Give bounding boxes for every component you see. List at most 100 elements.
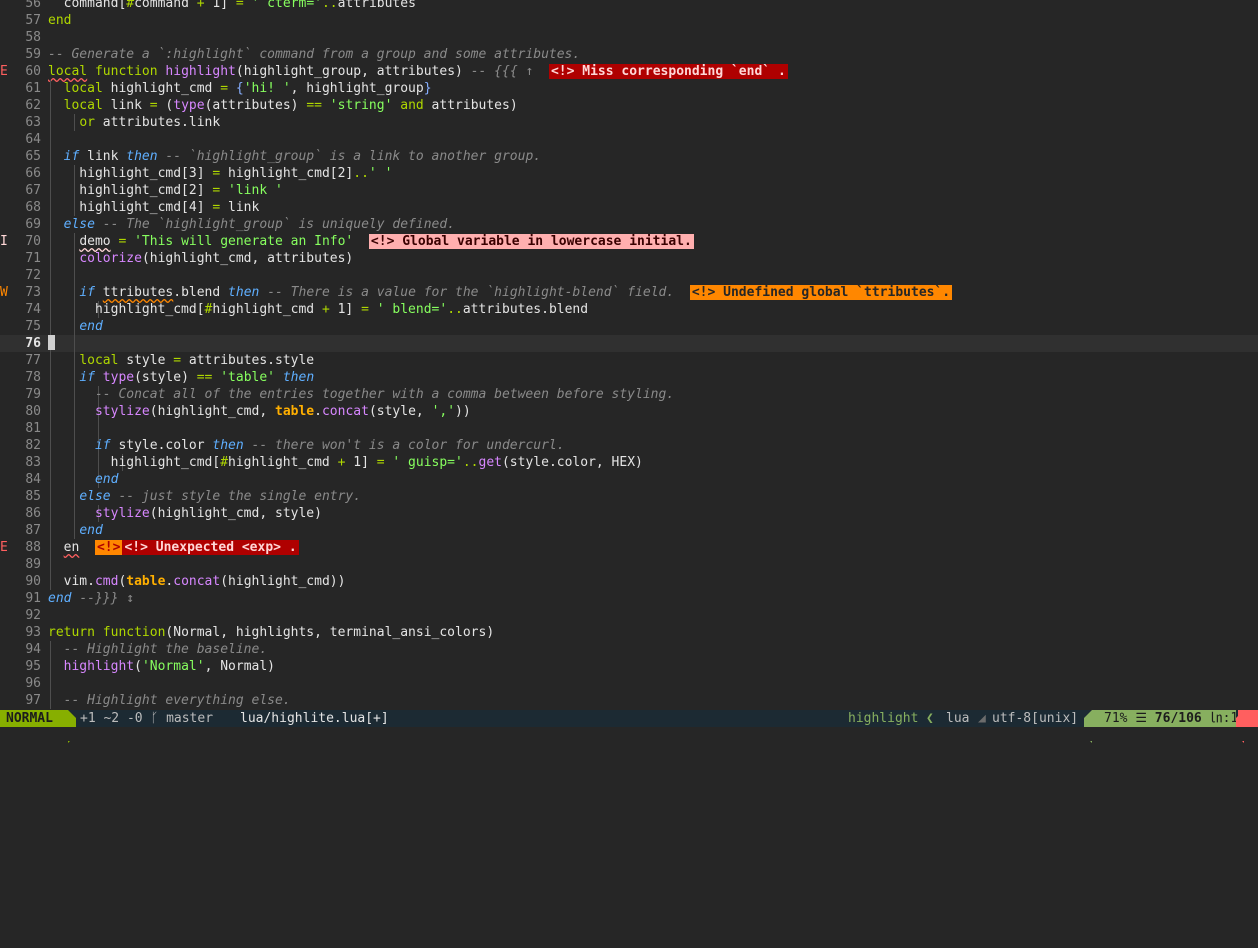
code-line[interactable]: 69 else -- The `highlight_group` is uniq… — [0, 216, 1258, 233]
code-token: # — [126, 0, 135, 11]
line-number: 97 — [25, 693, 41, 708]
code-line[interactable]: 96 — [0, 675, 1258, 692]
code-line[interactable]: 62 local link = (type(attributes) == 'st… — [0, 97, 1258, 114]
code-line[interactable]: 91 end --}}} ↕ — [0, 590, 1258, 607]
code-line[interactable]: 86 stylize(highlight_cmd, style) — [0, 505, 1258, 522]
code-token: = — [235, 0, 244, 11]
code-token: (highlight_group, attributes) — [235, 64, 471, 79]
editor-buffer[interactable]: 56 command[#command + 1] = ' cterm='..at… — [0, 0, 1258, 710]
code-line[interactable]: 85 else -- just style the single entry. — [0, 488, 1258, 505]
diagnostic-sign: E — [0, 64, 8, 79]
code-line[interactable]: 93 return function(Normal, highlights, te… — [0, 624, 1258, 641]
code-token: attributes) — [423, 98, 518, 113]
diagnostic-virtual-text: <!> Undefined global `ttributes`. — [689, 285, 953, 300]
code-token: = — [149, 98, 158, 113]
code-line[interactable]: 76 — [0, 335, 1258, 352]
code-line[interactable]: 67 highlight_cmd[2] = 'link ' — [0, 182, 1258, 199]
code-line[interactable]: 61 local highlight_cmd = {'hi! ', highli… — [0, 80, 1258, 97]
code-line[interactable]: 78 if type(style) == 'table' then — [0, 369, 1258, 386]
code-line[interactable]: 68 highlight_cmd[4] = link — [0, 199, 1258, 216]
code-line[interactable]: 66 highlight_cmd[3] = highlight_cmd[2]..… — [0, 165, 1258, 182]
code-line[interactable]: 89 — [0, 556, 1258, 573]
code-token: demo — [79, 234, 111, 249]
code-line[interactable]: 82 if style.color then -- there won't is… — [0, 437, 1258, 454]
code-text: demo = 'This will generate an Info' <!> … — [48, 233, 694, 250]
code-text: else -- just style the single entry. — [48, 488, 361, 505]
code-token: style — [118, 353, 174, 368]
code-text: vim.cmd(table.concat(highlight_cmd)) — [48, 573, 346, 590]
text-cursor — [48, 335, 55, 350]
code-line[interactable]: 83 highlight_cmd[#highlight_cmd + 1] = '… — [0, 454, 1258, 471]
code-token: highlight_cmd — [212, 302, 322, 317]
code-text: highlight_cmd[3] = highlight_cmd[2]..' ' — [48, 165, 392, 182]
code-line[interactable]: E 60 local function highlight(highlight_gr… — [0, 63, 1258, 80]
code-token: highlight — [63, 659, 135, 674]
line-number: 80 — [25, 404, 41, 419]
code-line[interactable]: 65 if link then -- `highlight_group` is … — [0, 148, 1258, 165]
command-line[interactable] — [0, 727, 1258, 741]
code-line[interactable]: 79 -- Concat all of the entries together… — [0, 386, 1258, 403]
code-token: 'Normal' — [141, 659, 205, 674]
code-line[interactable]: I 70 demo = 'This will generate an Info' … — [0, 233, 1258, 250]
code-text: or attributes.link — [48, 114, 220, 131]
line-number: 72 — [25, 268, 41, 283]
code-line[interactable]: W 73 if ttributes.blend then -- There is … — [0, 284, 1258, 301]
code-token: --}}} ↕ — [79, 591, 135, 606]
line-number: 56 — [25, 0, 41, 11]
code-line[interactable]: 74 highlight_cmd[#highlight_cmd + 1] = '… — [0, 301, 1258, 318]
code-token: return — [48, 625, 95, 640]
code-line[interactable]: 84 end — [0, 471, 1258, 488]
code-token: link — [220, 200, 260, 215]
code-line[interactable]: E 88 en <!> <!> Unexpected <exp> . — [0, 539, 1258, 556]
code-token: cmd — [94, 574, 119, 589]
code-token: concat — [321, 404, 369, 419]
code-line[interactable]: 57 end — [0, 12, 1258, 29]
line-number: 92 — [25, 608, 41, 623]
code-token: . — [314, 404, 322, 419]
code-token: 1] — [329, 302, 362, 317]
code-line[interactable]: 71 colorize(highlight_cmd, attributes) — [0, 250, 1258, 267]
code-line[interactable]: 81 — [0, 420, 1258, 437]
code-line[interactable]: 64 — [0, 131, 1258, 148]
code-token: type — [102, 370, 135, 385]
mode-indicator: NORMAL — [0, 710, 68, 727]
code-token: command — [134, 0, 197, 11]
code-token: stylize — [94, 506, 150, 521]
code-token: if — [94, 438, 111, 453]
code-token: if — [79, 285, 95, 300]
code-line[interactable]: 58 — [0, 29, 1258, 46]
code-line[interactable]: 92 — [0, 607, 1258, 624]
code-token: function — [94, 64, 158, 79]
code-token: then — [212, 438, 244, 453]
code-line[interactable]: 56 command[#command + 1] = ' cterm='..at… — [0, 0, 1258, 12]
code-token: (highlight_cmd, attributes) — [141, 251, 354, 266]
code-token: else — [79, 489, 111, 504]
code-line[interactable]: 97 -- Highlight everything else. — [0, 692, 1258, 709]
code-line[interactable]: 80 stylize(highlight_cmd, table.concat(s… — [0, 403, 1258, 420]
code-line[interactable]: 87 end — [0, 522, 1258, 539]
code-line[interactable]: 77 local style = attributes.style — [0, 352, 1258, 369]
code-token: stylize — [94, 404, 150, 419]
line-number: 82 — [25, 438, 41, 453]
line-number: 63 — [25, 115, 41, 130]
code-line[interactable]: 95 highlight('Normal', Normal) — [0, 658, 1258, 675]
code-line[interactable]: 59 -- Generate a `:highlight` command fro… — [0, 46, 1258, 63]
code-line[interactable]: 75 end — [0, 318, 1258, 335]
code-line[interactable]: 72 — [0, 267, 1258, 284]
code-text: if style.color then -- there won't is a … — [48, 437, 565, 454]
code-line[interactable]: 63 or attributes.link — [0, 114, 1258, 131]
code-line[interactable]: 94 -- Highlight the baseline. — [0, 641, 1258, 658]
code-text: end — [48, 12, 71, 29]
code-line[interactable]: 90 vim.cmd(table.concat(highlight_cmd)) — [0, 573, 1258, 590]
code-token: -- Generate a `:highlight` command from … — [48, 47, 581, 62]
